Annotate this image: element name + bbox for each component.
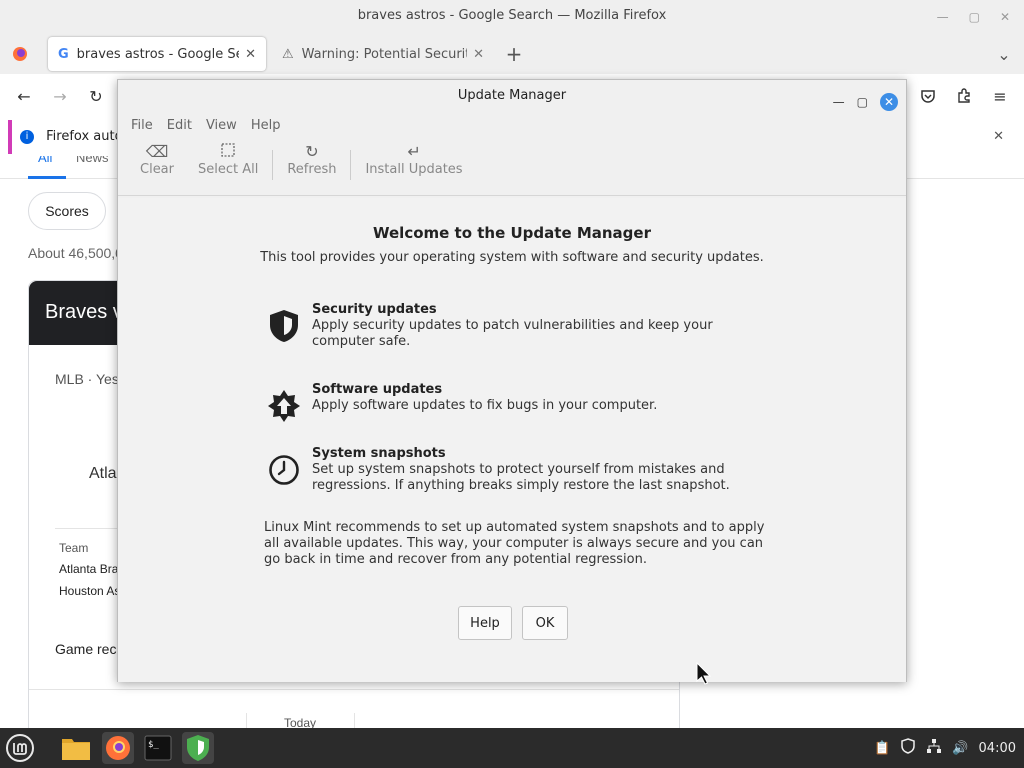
select-all-icon	[220, 142, 236, 162]
back-icon[interactable]: ←	[12, 84, 36, 108]
minimize-icon[interactable]: —	[937, 1, 949, 33]
firefox-titlebar: braves astros - Google Search — Mozilla …	[0, 0, 1024, 34]
close-icon[interactable]: ✕	[1000, 1, 1010, 33]
forward-icon[interactable]: →	[48, 84, 72, 108]
welcome-heading: Welcome to the Update Manager	[373, 224, 651, 242]
menu-edit[interactable]: Edit	[160, 114, 199, 138]
mouse-cursor-icon	[696, 661, 712, 686]
results-count: About 46,500,0	[28, 245, 123, 261]
mint-menu-icon[interactable]	[4, 732, 36, 764]
feature-security: Security updates Apply security updates …	[264, 302, 764, 352]
clear-button[interactable]: ⌫ Clear	[128, 138, 186, 177]
update-shield-icon[interactable]	[900, 738, 916, 758]
tab-security-warning[interactable]: ⚠ Warning: Potential Security Risk Ahead…	[272, 37, 494, 71]
svg-text:$_: $_	[148, 740, 159, 750]
close-tab-icon[interactable]: ✕	[245, 47, 256, 62]
system-tray: 📋 🔊 04:00	[874, 728, 1016, 768]
help-button[interactable]: Help	[458, 606, 512, 640]
toolbar-separator	[272, 150, 274, 180]
scores-chip[interactable]: Scores	[28, 192, 106, 230]
terminal-icon[interactable]: $_	[142, 732, 174, 764]
select-all-button[interactable]: Select All	[186, 138, 270, 177]
clear-icon: ⌫	[145, 142, 169, 161]
toolbar-separator	[350, 150, 352, 180]
menu-file[interactable]: File	[124, 114, 160, 138]
taskbar: $_ 📋 🔊 04:00	[0, 728, 1024, 768]
close-tab-icon[interactable]: ✕	[473, 47, 484, 62]
dialog-title: Update Manager	[457, 88, 567, 103]
network-icon[interactable]	[926, 738, 942, 758]
menubar: File Edit View Help	[118, 114, 906, 138]
new-tab-icon[interactable]: +	[502, 42, 526, 66]
tab-bar: G braves astros - Google Search ✕ ⚠ Warn…	[0, 34, 1024, 74]
notification-text: Firefox auto	[46, 129, 123, 144]
window-title: braves astros - Google Search — Mozilla …	[357, 8, 667, 23]
refresh-button[interactable]: ↻ Refresh	[275, 138, 348, 177]
update-manager-taskbar-icon[interactable]	[182, 732, 214, 764]
menu-icon[interactable]: ≡	[988, 84, 1012, 108]
nav-tab-all[interactable]: All	[38, 156, 52, 165]
info-icon: i	[20, 129, 34, 144]
dialog-titlebar: Update Manager — ▢ ✕	[118, 80, 906, 114]
welcome-subtitle: This tool provides your operating system…	[260, 250, 764, 265]
clipboard-icon[interactable]: 📋	[874, 741, 890, 756]
maximize-icon[interactable]: ▢	[857, 86, 868, 118]
pocket-icon[interactable]	[916, 84, 940, 108]
welcome-panel: Welcome to the Update Manager This tool …	[118, 198, 906, 682]
close-icon[interactable]: ✕	[880, 93, 898, 111]
firefox-icon[interactable]	[102, 732, 134, 764]
feature-snapshots: System snapshots Set up system snapshots…	[264, 446, 764, 496]
refresh-icon: ↻	[305, 142, 319, 161]
feature-software: Software updates Apply software updates …	[264, 382, 764, 422]
install-icon: ↵	[407, 142, 421, 161]
tab-google-search[interactable]: G braves astros - Google Search ✕	[48, 37, 266, 71]
reload-icon[interactable]: ↻	[84, 84, 108, 108]
maximize-icon[interactable]: ▢	[969, 1, 980, 33]
update-manager-dialog: Update Manager — ▢ ✕ File Edit View Help…	[117, 79, 907, 682]
tab-list-icon[interactable]: ⌄	[992, 42, 1016, 66]
ok-button[interactable]: OK	[522, 606, 568, 640]
clock-icon	[264, 450, 304, 490]
active-tab-indicator	[28, 176, 66, 179]
nav-tab-news[interactable]: News	[76, 156, 109, 165]
install-updates-button[interactable]: ↵ Install Updates	[353, 138, 474, 177]
files-icon[interactable]	[60, 732, 92, 764]
warning-icon: ⚠	[282, 46, 294, 62]
volume-icon[interactable]: 🔊	[952, 741, 968, 756]
menu-view[interactable]: View	[199, 114, 244, 138]
menu-help[interactable]: Help	[244, 114, 288, 138]
clock[interactable]: 04:00	[979, 741, 1016, 756]
shield-icon	[264, 306, 304, 346]
google-icon: G	[58, 46, 69, 62]
dialog-toolbar: ⌫ Clear Select All ↻ Refresh ↵ Install U…	[118, 138, 906, 196]
upgrade-star-icon	[264, 386, 304, 426]
firefox-view-icon[interactable]	[8, 42, 32, 66]
close-notification-icon[interactable]: ✕	[993, 120, 1004, 154]
extensions-icon[interactable]	[952, 84, 976, 108]
recommendation-text: Linux Mint recommends to set up automate…	[264, 520, 765, 567]
minimize-icon[interactable]: —	[833, 86, 845, 118]
